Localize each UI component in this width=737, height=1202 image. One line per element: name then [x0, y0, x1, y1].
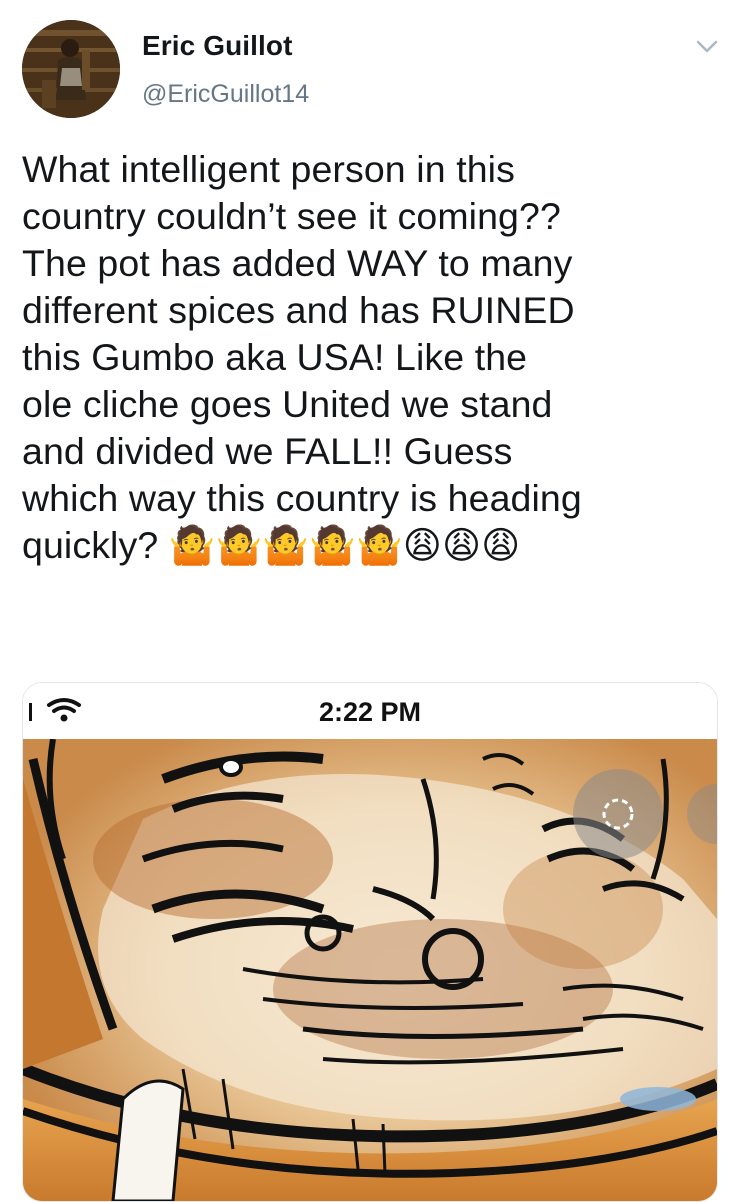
- avatar-image: [22, 20, 120, 118]
- author-display-name[interactable]: Eric Guillot: [142, 30, 293, 62]
- avatar[interactable]: [22, 20, 120, 118]
- author-handle[interactable]: @EricGuillot14: [142, 80, 309, 109]
- cartoon-image: [23, 739, 717, 1201]
- tweet-media[interactable]: 2:22 PM: [22, 682, 718, 1202]
- status-time: 2:22 PM: [318, 697, 422, 727]
- chevron-down-icon[interactable]: [695, 38, 719, 56]
- screenshot-status-bar: 2:22 PM: [23, 683, 717, 739]
- tweet-text: What intelligent person in this country …: [22, 148, 582, 566]
